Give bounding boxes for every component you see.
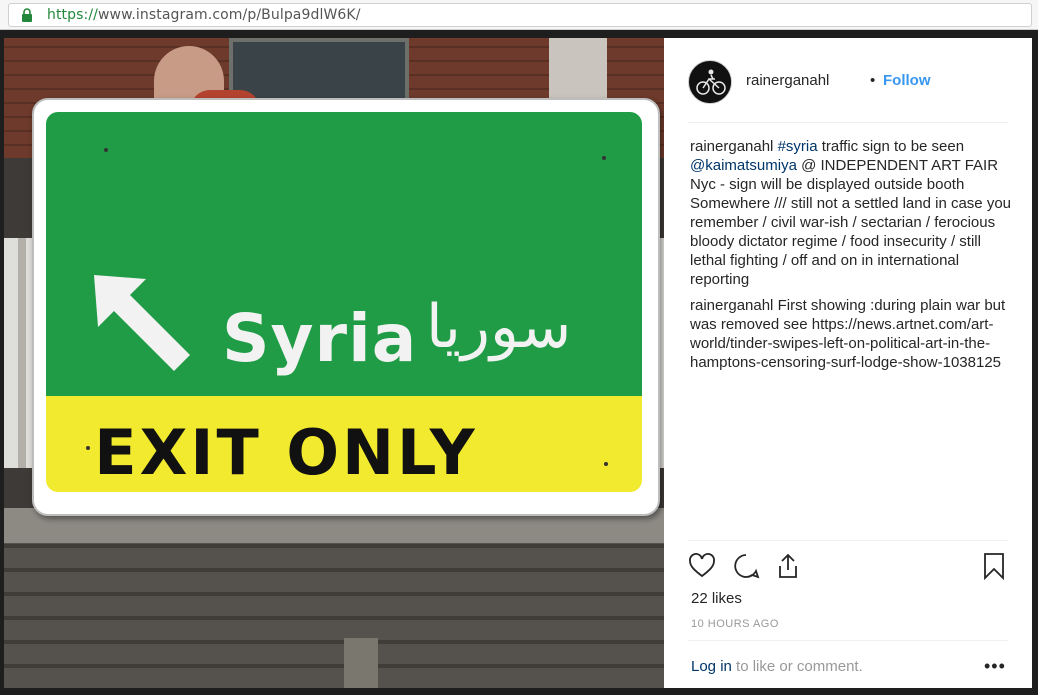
hashtag-link[interactable]: #syria xyxy=(778,138,818,155)
porch-post xyxy=(344,638,378,688)
sign-bolt xyxy=(86,446,90,450)
post-side-panel: rainerganahl • Follow rainerganahl #syri… xyxy=(664,38,1032,688)
bicycle-icon xyxy=(690,62,731,103)
header-separator: • xyxy=(870,72,876,89)
bookmark-icon[interactable] xyxy=(980,552,1008,580)
traffic-sign: Syria سوريا EXIT ONLY xyxy=(32,98,660,516)
sign-bolt xyxy=(602,156,606,160)
sign-text-english: Syria xyxy=(222,300,418,377)
post-header: rainerganahl • Follow xyxy=(688,56,1008,106)
login-link[interactable]: Log in xyxy=(691,658,732,675)
sign-exit-text: EXIT ONLY xyxy=(94,416,478,489)
url-path: www.instagram.com/p/Bulpa9dlW6K/ xyxy=(97,7,361,23)
comment-icon[interactable] xyxy=(732,552,760,580)
likes-count[interactable]: 22 likes xyxy=(691,590,742,607)
browser-toolbar: https://www.instagram.com/p/Bulpa9dlW6K/ xyxy=(0,0,1038,30)
heart-icon[interactable] xyxy=(688,552,716,580)
porch-base xyxy=(4,543,664,688)
share-icon[interactable] xyxy=(774,552,802,580)
divider xyxy=(688,640,1008,641)
comment-text: traffic sign to be seen xyxy=(817,138,965,155)
post-photo[interactable]: Syria سوريا EXIT ONLY xyxy=(4,38,664,688)
mention-link[interactable]: @kaimatsumiya xyxy=(690,157,797,174)
address-bar[interactable]: https://www.instagram.com/p/Bulpa9dlW6K/ xyxy=(8,3,1032,27)
comment-username[interactable]: rainerganahl xyxy=(690,138,773,155)
comment-item: rainerganahl First showing :during plain… xyxy=(690,296,1012,372)
comment-list: rainerganahl #syria traffic sign to be s… xyxy=(690,137,1012,379)
avatar[interactable] xyxy=(688,60,732,104)
arrow-up-left-icon xyxy=(94,275,190,371)
sign-green-panel: Syria سوريا xyxy=(46,112,642,396)
comment-username[interactable]: rainerganahl xyxy=(690,297,773,314)
sign-text-arabic: سوريا xyxy=(426,292,572,362)
url-text[interactable]: https://www.instagram.com/p/Bulpa9dlW6K/ xyxy=(47,7,361,23)
follow-button[interactable]: Follow xyxy=(883,72,931,89)
post-modal: Syria سوريا EXIT ONLY rainerganahl • Fol… xyxy=(0,30,1038,695)
post-username[interactable]: rainerganahl xyxy=(746,72,829,89)
sign-bolt xyxy=(104,148,108,152)
post-timestamp[interactable]: 10 HOURS AGO xyxy=(691,618,779,630)
more-options-button[interactable]: ••• xyxy=(984,656,1006,677)
url-scheme: https:// xyxy=(47,7,98,23)
comment-text: @ INDEPENDENT ART FAIR Nyc - sign will b… xyxy=(690,157,1012,288)
login-prompt: Log in to like or comment. xyxy=(691,658,863,675)
action-bar xyxy=(688,552,1010,582)
login-prompt-text: to like or comment. xyxy=(731,658,863,675)
sign-yellow-panel: EXIT ONLY xyxy=(46,396,642,492)
lock-icon xyxy=(22,8,32,22)
divider xyxy=(688,122,1008,123)
divider xyxy=(688,540,1008,541)
sign-bolt xyxy=(604,462,608,466)
comment-item: rainerganahl #syria traffic sign to be s… xyxy=(690,137,1012,289)
